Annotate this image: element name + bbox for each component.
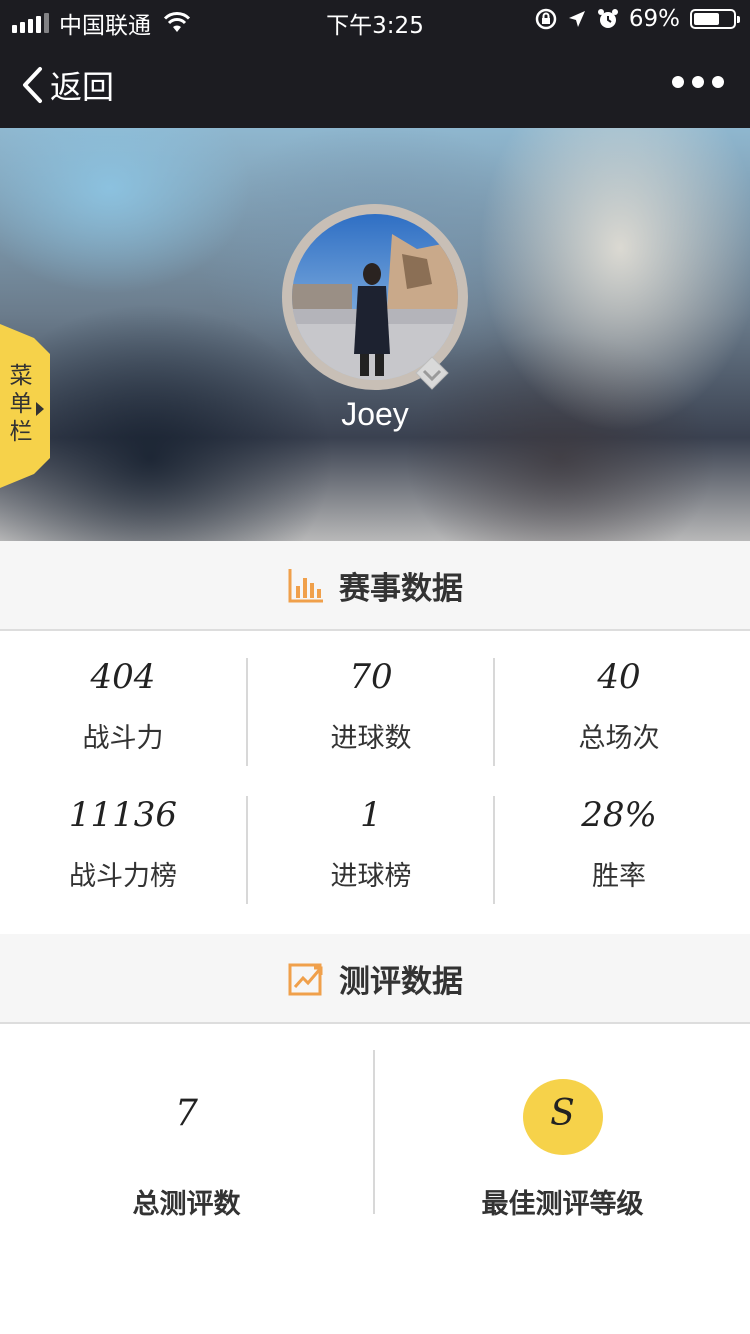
eval-total-value: 7 [175, 1093, 198, 1134]
stat-label: 进球数 [330, 723, 412, 754]
eval-best-label: 最佳测评等级 [481, 1189, 644, 1220]
eval-total: 7 总测评数 [0, 1076, 373, 1221]
battery-percent: 69% [628, 6, 680, 32]
location-arrow-icon [568, 11, 585, 27]
status-bar: 中国联通 下午3:25 69% [0, 0, 750, 40]
back-button[interactable]: 返回 [20, 62, 114, 108]
divider [493, 796, 495, 904]
trend-chart-icon [288, 963, 323, 996]
rotation-lock-icon [535, 8, 557, 30]
nav-bar: 返回 [0, 40, 750, 128]
stat-label: 胜率 [592, 861, 646, 892]
back-label: 返回 [50, 68, 115, 106]
stat-value: 11136 [68, 795, 178, 835]
chevron-left-icon [23, 67, 42, 103]
stat-item: 40 总场次 [496, 654, 742, 755]
stat-item: 28% 胜率 [496, 792, 742, 893]
grade-badge: S [522, 1079, 603, 1155]
bar-chart-icon [288, 569, 323, 603]
username: Joey [341, 396, 409, 432]
eval-total-label: 总测评数 [132, 1189, 241, 1220]
stat-value: 28% [581, 795, 657, 835]
stat-value: 1 [360, 795, 382, 835]
battery-icon [690, 9, 740, 29]
stat-label: 总场次 [578, 723, 660, 754]
alarm-clock-icon [597, 9, 618, 28]
profile-header: 菜单栏 Joey [0, 128, 750, 541]
stat-value: 70 [349, 657, 393, 697]
stat-value: 40 [597, 657, 641, 697]
stat-label: 进球榜 [330, 861, 412, 892]
stat-item: 11136 战斗力榜 [0, 792, 246, 893]
section-title: 测评数据 [339, 963, 463, 1000]
section-title: 赛事数据 [339, 570, 463, 607]
eval-best-grade: S 最佳测评等级 [375, 1076, 750, 1221]
divider [493, 658, 495, 766]
stat-value: 404 [90, 657, 156, 697]
stat-label: 战斗力 [82, 723, 164, 754]
more-dots-icon[interactable] [672, 76, 724, 88]
eval-data-header: 测评数据 [0, 934, 750, 1024]
match-data-header: 赛事数据 [0, 541, 750, 631]
stat-item: 404 战斗力 [0, 654, 246, 755]
diamond-badge-icon [415, 356, 449, 390]
stat-item: 70 进球数 [248, 654, 494, 755]
stat-label: 战斗力榜 [69, 861, 177, 892]
stat-item: 1 进球榜 [248, 792, 494, 893]
